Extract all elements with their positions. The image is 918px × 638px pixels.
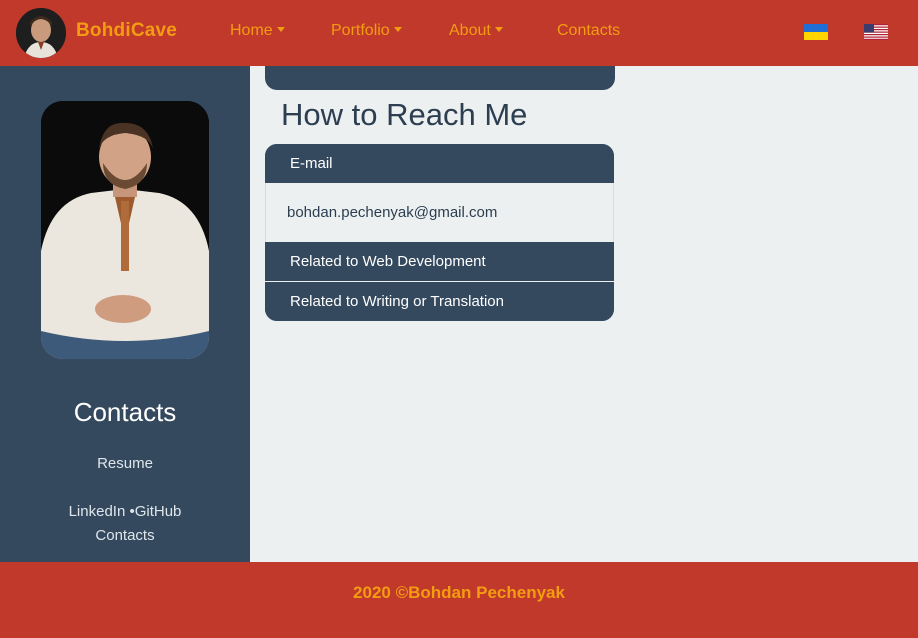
sidebar-link-resume[interactable]: Resume — [0, 455, 250, 472]
chevron-down-icon — [276, 27, 285, 32]
page-title: How to Reach Me — [281, 97, 528, 132]
uk-flag-icon[interactable] — [804, 24, 828, 40]
sidebar: Contacts Resume LinkedIn •GitHub Contact… — [0, 66, 250, 562]
nav-portfolio[interactable]: Portfolio — [331, 22, 402, 40]
nav-home-label: Home — [230, 22, 273, 39]
accordion-header-web-development[interactable]: Related to Web Development — [265, 242, 614, 281]
footer: 2020 ©Bohdan Pechenyak — [0, 562, 918, 638]
accordion-header-email[interactable]: E-mail — [265, 144, 614, 183]
brand-avatar[interactable] — [16, 8, 66, 58]
previous-card-bottom — [265, 66, 615, 90]
accordion-body-email: bohdan.pechenyak@gmail.com — [265, 183, 614, 242]
nav-about-label: About — [449, 22, 491, 39]
sidebar-link-social[interactable]: LinkedIn •GitHub — [0, 503, 250, 520]
profile-photo — [41, 101, 209, 359]
sidebar-title: Contacts — [73, 397, 177, 427]
us-flag-icon[interactable] — [864, 24, 888, 40]
nav-contacts-label: Contacts — [557, 22, 621, 39]
avatar-image — [16, 8, 66, 58]
nav-contacts[interactable]: Contacts — [557, 22, 620, 40]
footer-copyright: 2020 ©Bohdan Pechenyak — [353, 583, 565, 602]
nav-home[interactable]: Home — [230, 22, 285, 40]
nav-about[interactable]: About — [449, 22, 503, 40]
contact-accordion: E-mail bohdan.pechenyak@gmail.com Relate… — [265, 144, 614, 321]
chevron-down-icon — [393, 27, 402, 32]
brand-name[interactable]: BohdiCave — [76, 20, 177, 42]
navbar: BohdiCave Home Portfolio About Contacts — [0, 0, 918, 66]
nav-portfolio-label: Portfolio — [331, 22, 390, 39]
chevron-down-icon — [494, 27, 503, 32]
accordion-header-writing-translation[interactable]: Related to Writing or Translation — [265, 282, 614, 321]
sidebar-link-contacts[interactable]: Contacts — [0, 527, 250, 544]
